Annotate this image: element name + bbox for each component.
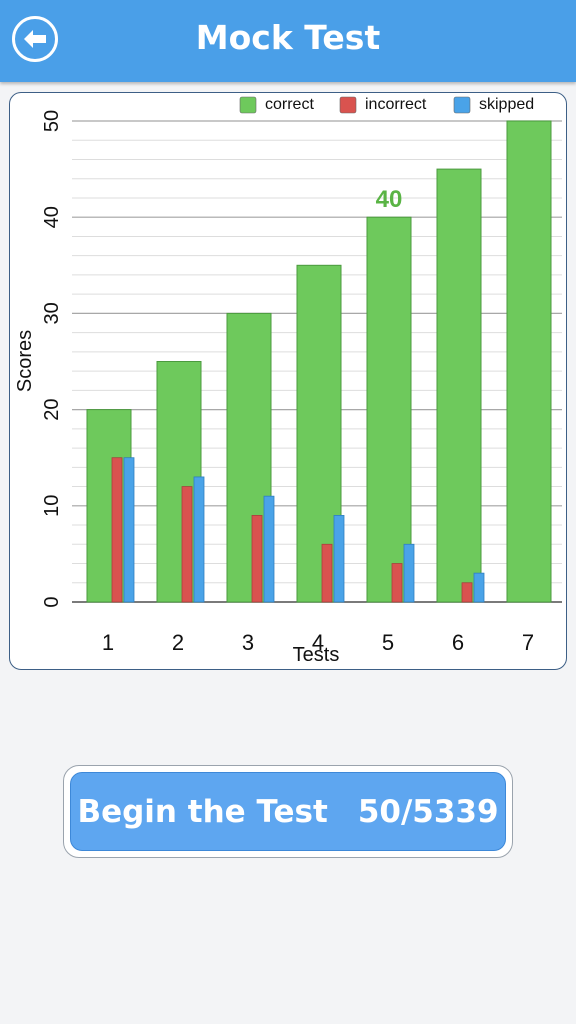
- page-title: Mock Test: [195, 18, 381, 57]
- x-tick-label: 1: [102, 630, 114, 655]
- skipped-bar: [123, 457, 135, 603]
- legend-label-incorrect: incorrect: [365, 96, 427, 113]
- incorrect-bar: [461, 582, 473, 603]
- app-header: Mock Test: [0, 0, 576, 82]
- legend-swatch-skipped: [453, 96, 471, 114]
- incorrect-bar: [111, 457, 123, 603]
- incorrect-bar: [181, 486, 193, 603]
- y-tick-label: 50: [41, 110, 63, 132]
- legend-swatch-correct: [239, 96, 257, 114]
- legend-label-correct: correct: [265, 96, 314, 113]
- x-tick-label: 6: [452, 630, 464, 655]
- scores-chart-panel: 0 10 20 30 40 50 1 2 3 4 5 6 7 40 Tests Scores correct in…: [9, 92, 567, 670]
- y-tick-label: 0: [41, 596, 63, 607]
- x-tick-label: 7: [522, 630, 534, 655]
- y-tick-label: 30: [41, 302, 63, 324]
- legend-label-skipped: skipped: [479, 96, 534, 113]
- legend-swatch-incorrect: [339, 96, 357, 114]
- begin-test-frame: Begin the Test 50/5339: [63, 765, 513, 858]
- skipped-bar: [403, 543, 415, 603]
- incorrect-bar: [321, 543, 333, 603]
- skipped-bar: [333, 515, 345, 603]
- y-axis-title: Scores: [14, 330, 36, 392]
- begin-test-label: Begin the Test: [77, 793, 328, 830]
- bar-value-label: 40: [376, 186, 403, 213]
- x-tick-label: 2: [172, 630, 184, 655]
- x-axis-title: Tests: [293, 644, 340, 666]
- skipped-bar: [473, 572, 485, 603]
- scores-bar-chart: 010203040501 2 3 4 5 6 740TestsScorescorrect in…: [14, 96, 562, 666]
- skipped-bar: [263, 495, 275, 603]
- test-progress-count: 50/5339: [357, 793, 499, 830]
- x-tick-label: 3: [242, 630, 254, 655]
- correct-bar: [506, 120, 552, 603]
- begin-test-button[interactable]: Begin the Test 50/5339: [70, 772, 506, 851]
- y-tick-label: 20: [41, 398, 63, 420]
- incorrect-bar: [391, 563, 403, 603]
- correct-bar: [436, 168, 482, 603]
- skipped-bar: [193, 476, 205, 603]
- x-tick-label: 5: [382, 630, 394, 655]
- y-tick-label: 10: [41, 495, 63, 517]
- incorrect-bar: [251, 515, 263, 603]
- y-tick-label: 40: [41, 206, 63, 228]
